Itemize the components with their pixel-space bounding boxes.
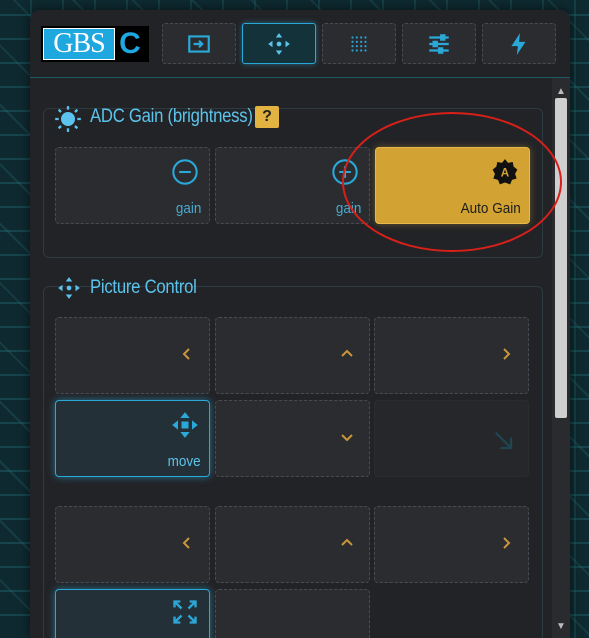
move-left-button[interactable] bbox=[55, 317, 210, 394]
move-mode-label: move bbox=[167, 453, 201, 470]
gbs-control-logo: GBS C bbox=[41, 26, 149, 62]
scale-right-button[interactable] bbox=[374, 506, 529, 583]
scrollbar-thumb[interactable] bbox=[555, 98, 567, 418]
chevron-left-icon bbox=[182, 537, 190, 549]
input-icon bbox=[188, 34, 210, 53]
move-right-button[interactable] bbox=[374, 317, 529, 394]
tab-settings[interactable] bbox=[402, 23, 476, 64]
logo-gbs-text: GBS bbox=[43, 28, 115, 60]
chevron-down-icon bbox=[341, 434, 353, 442]
adc-gain-title: ADC Gain (brightness) bbox=[90, 106, 253, 127]
gain-decrease-button[interactable]: gain bbox=[55, 147, 210, 224]
move-arrows-icon bbox=[58, 277, 80, 299]
gain-decrease-label: gain bbox=[175, 200, 201, 217]
chevron-right-icon bbox=[503, 348, 511, 360]
top-bar: GBS C bbox=[30, 10, 570, 78]
chevron-right-icon bbox=[503, 537, 511, 549]
scale-down-button[interactable] bbox=[215, 589, 370, 638]
move-mode-button[interactable]: move bbox=[55, 400, 210, 477]
app-panel: GBS C ADC Gain (brightness) ? gain gain … bbox=[30, 10, 570, 638]
tab-input[interactable] bbox=[162, 23, 236, 64]
picture-control-title: Picture Control bbox=[90, 277, 197, 298]
tab-system[interactable] bbox=[482, 23, 556, 64]
move-diagonal-button bbox=[374, 400, 529, 477]
sun-icon bbox=[55, 106, 81, 132]
tab-filters[interactable] bbox=[322, 23, 396, 64]
move-up-button[interactable] bbox=[215, 317, 370, 394]
annotation-circle bbox=[342, 112, 562, 252]
arrow-down-right-icon bbox=[495, 432, 513, 450]
scale-up-button[interactable] bbox=[215, 506, 370, 583]
minus-circle-icon bbox=[172, 159, 198, 185]
chevron-up-icon bbox=[341, 538, 353, 546]
sliders-icon bbox=[429, 33, 449, 54]
dots-grid-icon bbox=[351, 35, 367, 52]
tab-picture-control[interactable] bbox=[242, 23, 316, 64]
picture-control-section: Picture Control move bbox=[43, 277, 543, 638]
scroll-up-icon[interactable]: ▲ bbox=[556, 86, 566, 97]
move-arrows-icon bbox=[172, 412, 198, 438]
expand-icon bbox=[173, 600, 197, 624]
move-arrows-icon bbox=[268, 32, 290, 55]
lightning-icon bbox=[511, 32, 526, 55]
scale-left-button[interactable] bbox=[55, 506, 210, 583]
chevron-left-icon bbox=[182, 348, 190, 360]
logo-c-text: C bbox=[119, 27, 141, 60]
scroll-down-icon[interactable]: ▼ bbox=[556, 621, 566, 632]
chevron-up-icon bbox=[341, 349, 353, 357]
scale-mode-button[interactable] bbox=[55, 589, 210, 638]
help-badge[interactable]: ? bbox=[255, 106, 279, 128]
move-down-button[interactable] bbox=[215, 400, 370, 477]
